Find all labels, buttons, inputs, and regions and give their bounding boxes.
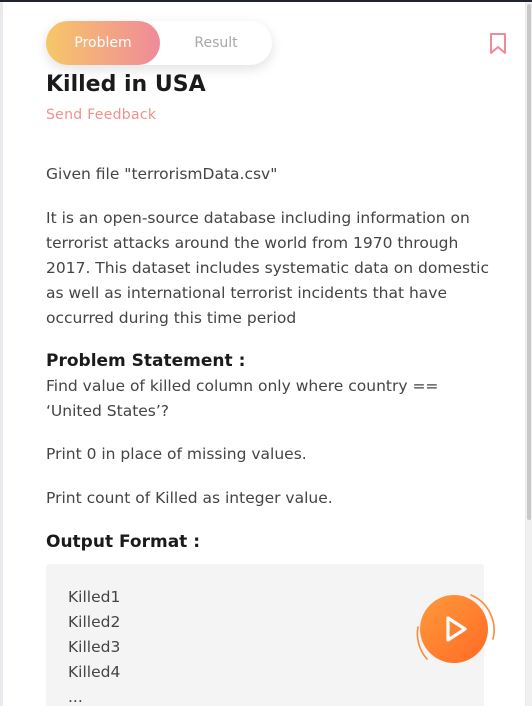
output-line: Killed2: [68, 613, 121, 631]
problem-statement-heading: Problem Statement :: [46, 351, 246, 371]
description-text: It is an open-source database including …: [46, 209, 489, 327]
scrollbar-thumb[interactable]: [527, 4, 531, 520]
given-file-text: Given file "terrorismData.csv": [46, 165, 278, 183]
bookmark-icon[interactable]: [488, 32, 508, 56]
missing-values-note: Print 0 in place of missing values.: [46, 445, 307, 463]
problem-title: Killed in USA: [46, 72, 206, 97]
output-line: Killed1: [68, 588, 121, 606]
problem-panel: Problem Result Killed in USA Send Feedba…: [3, 2, 525, 706]
output-line: ...: [68, 688, 83, 706]
send-feedback-link[interactable]: Send Feedback: [46, 107, 156, 123]
tab-result[interactable]: Result: [160, 21, 272, 65]
tab-switcher: Problem Result: [46, 21, 272, 65]
count-note: Print count of Killed as integer value.: [46, 489, 333, 507]
run-button[interactable]: [409, 587, 499, 677]
output-format-heading: Output Format :: [46, 532, 201, 552]
output-line: Killed4: [68, 663, 121, 681]
output-line: Killed3: [68, 638, 121, 656]
problem-statement-text: Find value of killed column only where c…: [46, 377, 439, 420]
tab-problem[interactable]: Problem: [46, 21, 160, 65]
